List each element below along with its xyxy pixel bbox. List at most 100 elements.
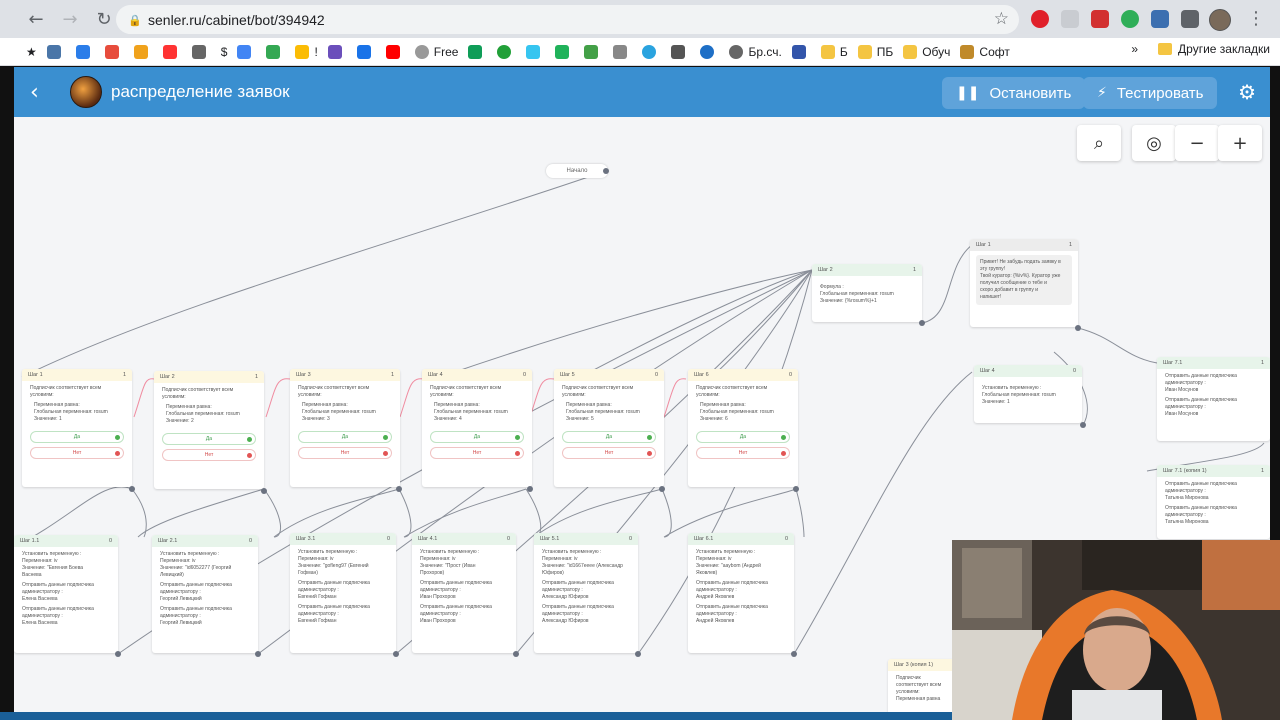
output-dot[interactable] — [791, 651, 797, 657]
output-dot[interactable] — [527, 486, 533, 492]
mail2-bookmark[interactable] — [356, 42, 376, 62]
extension-icon[interactable] — [1061, 10, 1079, 28]
zoom-out-icon[interactable]: − — [1175, 125, 1219, 161]
gear-icon[interactable]: ⚙ — [1238, 80, 1256, 104]
condition-card-step-1[interactable]: Шаг 1 1 Подписчик соответствует всем усло… — [22, 369, 132, 487]
yes-branch[interactable]: Да — [696, 431, 790, 443]
output-dot[interactable] — [513, 651, 519, 657]
condition-card-step-3-copy[interactable]: Шаг 3 (копия 1) Подписчик соответствует … — [888, 659, 958, 715]
message-card-step-1[interactable]: Шаг 1 1 Привет! Не забудь подать заявку в… — [970, 239, 1078, 327]
forward-arrow-icon[interactable]: → — [58, 7, 82, 31]
output-dot[interactable] — [261, 488, 267, 494]
chat-bookmark[interactable] — [75, 42, 95, 62]
action-card-step-7-1-copy[interactable]: Шаг 7.1 (копия 1) 1 Отправить данные подп… — [1157, 465, 1270, 539]
action-card-step-4-1[interactable]: Шаг 4.1 0 Установить переменную : Переменн… — [412, 533, 516, 653]
dollar-bookmark[interactable]: $ — [221, 42, 228, 62]
output-dot[interactable] — [129, 486, 135, 492]
no-branch[interactable]: Нет — [162, 449, 256, 461]
slack-bookmark[interactable] — [526, 42, 545, 62]
bookmark-star-icon[interactable]: ☆ — [994, 9, 1009, 29]
no-branch[interactable]: Нет — [430, 447, 524, 459]
locate-icon[interactable]: ◎ — [1132, 125, 1176, 161]
output-dot[interactable] — [255, 651, 261, 657]
action-card-step-6-1[interactable]: Шаг 6.1 0 Установить переменную : Переменн… — [688, 533, 794, 653]
br-bookmark[interactable]: Бр.сч. — [729, 42, 782, 62]
no-branch[interactable]: Нет — [298, 447, 392, 459]
opera-extension-icon[interactable] — [1031, 10, 1049, 28]
condition-card-step-2[interactable]: Шаг 2 1 Подписчик соответствует всем усло… — [154, 371, 264, 489]
drive-bookmark[interactable] — [266, 42, 285, 62]
profile-avatar[interactable] — [1209, 9, 1231, 31]
extension-green-icon[interactable] — [1121, 10, 1139, 28]
formula-card-step-2[interactable]: Шаг 2 1 Формула : Глобальная переменная: r… — [812, 264, 922, 322]
address-bar[interactable]: 🔒 senler.ru/cabinet/bot/394942 ☆ — [116, 5, 1019, 34]
start-output-dot[interactable] — [603, 168, 609, 174]
output-dot[interactable] — [659, 486, 665, 492]
free-bookmark[interactable]: Free — [414, 42, 458, 62]
condition-card-step-5[interactable]: Шаг 5 0 Подписчик соответствует всем усло… — [554, 369, 664, 487]
folder-pb-bookmark[interactable]: ПБ — [857, 42, 893, 62]
search-icon[interactable]: ⌕ — [1077, 125, 1121, 161]
output-dot[interactable] — [1075, 325, 1081, 331]
condition-card-step-6[interactable]: Шаг 6 0 Подписчик соответствует всем усло… — [688, 369, 798, 487]
yandex-bookmark[interactable] — [162, 42, 182, 62]
output-dot[interactable] — [393, 651, 399, 657]
puzzle-icon[interactable] — [1181, 10, 1199, 28]
check-bookmark[interactable] — [555, 42, 574, 62]
speed-bookmark[interactable] — [191, 42, 211, 62]
at-bookmark[interactable] — [327, 42, 347, 62]
globe-bookmark[interactable] — [700, 42, 719, 62]
reload-icon[interactable]: ↻ — [92, 7, 116, 31]
stop-button[interactable]: ❚❚ Остановить — [942, 77, 1086, 109]
yes-branch[interactable]: Да — [30, 431, 124, 443]
test-button[interactable]: ⚡ Тестировать — [1083, 77, 1218, 109]
output-dot[interactable] — [1080, 422, 1086, 428]
output-dot[interactable] — [396, 486, 402, 492]
folder-obuch-bookmark[interactable]: Обуч — [903, 42, 950, 62]
vk-bookmark[interactable] — [46, 42, 66, 62]
youtube-bookmark[interactable] — [385, 42, 405, 62]
google-bookmark[interactable] — [237, 42, 256, 62]
sber-bookmark[interactable] — [497, 42, 516, 62]
soft-bookmark[interactable]: Софт — [960, 42, 1010, 62]
yes-branch[interactable]: Да — [298, 431, 392, 443]
start-node[interactable]: Начало — [546, 164, 608, 178]
yes-branch[interactable]: Да — [430, 431, 524, 443]
other-bookmarks[interactable]: Другие закладки — [1178, 42, 1270, 56]
action-card-step-3-1[interactable]: Шаг 3.1 0 Установить переменную : Переменн… — [290, 533, 396, 653]
output-dot[interactable] — [115, 651, 121, 657]
output-dot[interactable] — [919, 320, 925, 326]
extension-gamepad-icon[interactable] — [1151, 10, 1169, 28]
output-dot[interactable] — [793, 486, 799, 492]
action-card-step-1-1[interactable]: Шаг 1.1 0 Установить переменную : Переменн… — [14, 535, 118, 653]
mail-bookmark[interactable] — [133, 42, 153, 62]
shield-bookmark[interactable] — [791, 42, 811, 62]
sound-bookmark[interactable] — [613, 42, 632, 62]
more-bookmarks-chevron[interactable]: » — [1131, 42, 1138, 56]
action-card-step-2-1[interactable]: Шаг 2.1 0 Установить переменную : Переменн… — [152, 535, 258, 653]
s-bookmark[interactable] — [671, 42, 690, 62]
extension-x-icon[interactable] — [1091, 10, 1109, 28]
no-branch[interactable]: Нет — [30, 447, 124, 459]
kebab-menu-icon[interactable]: ⋮ — [1247, 8, 1265, 29]
condition-card-step-3[interactable]: Шаг 3 1 Подписчик соответствует всем усло… — [290, 369, 400, 487]
sheets-bookmark[interactable] — [468, 42, 487, 62]
drive2-bookmark[interactable]: ! — [295, 42, 318, 62]
zoom-in-icon[interactable]: + — [1218, 125, 1262, 161]
back-chevron-icon[interactable]: ‹ — [30, 80, 50, 105]
action-card-step-7-1[interactable]: Шаг 7.1 1 Отправить данные подписчика адми… — [1157, 357, 1270, 441]
telegram-bookmark[interactable] — [642, 42, 661, 62]
back-arrow-icon[interactable]: ← — [24, 7, 48, 31]
bookmark-star-icon[interactable]: ★ — [26, 42, 37, 62]
output-dot[interactable] — [635, 651, 641, 657]
condition-card-step-4[interactable]: Шаг 4 0 Подписчик соответствует всем усло… — [422, 369, 532, 487]
action-card-step-4-global[interactable]: Шаг 4 0 Установить переменную : Глобальная… — [974, 365, 1082, 423]
no-branch[interactable]: Нет — [562, 447, 656, 459]
no-branch[interactable]: Нет — [696, 447, 790, 459]
yes-branch[interactable]: Да — [162, 433, 256, 445]
action-card-step-5-1[interactable]: Шаг 5.1 0 Установить переменную : Переменн… — [534, 533, 638, 653]
yes-branch[interactable]: Да — [562, 431, 656, 443]
apps-bookmark[interactable] — [104, 42, 124, 62]
folder-b-bookmark[interactable]: Б — [820, 42, 848, 62]
fl-bookmark[interactable] — [584, 42, 603, 62]
